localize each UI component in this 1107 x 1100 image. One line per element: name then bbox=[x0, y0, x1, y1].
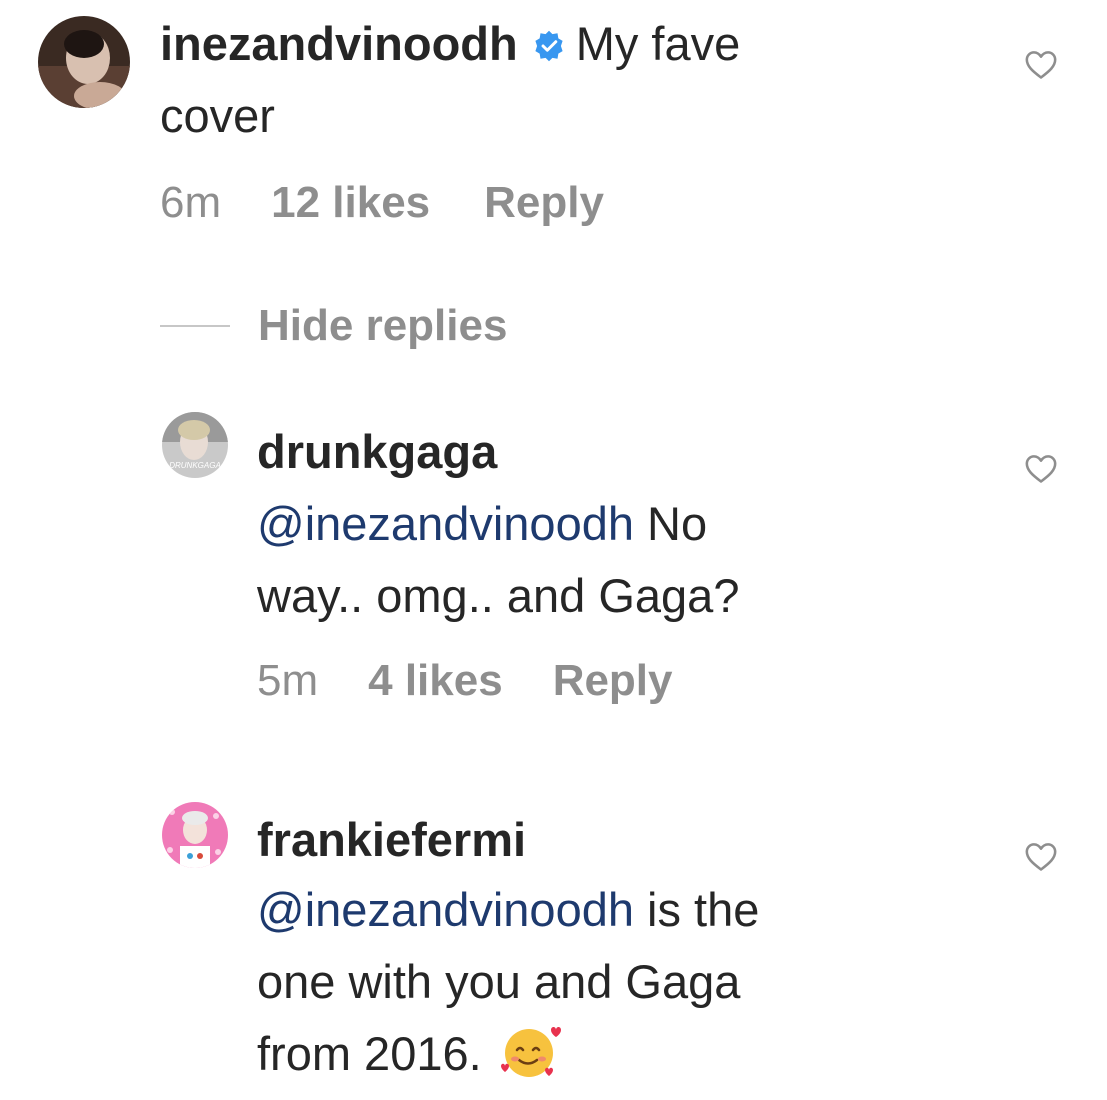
comment-time: 6m bbox=[160, 178, 222, 227]
like-heart-icon[interactable] bbox=[1024, 840, 1058, 872]
avatar-watermark-text: DRUNKGAGA bbox=[169, 461, 221, 470]
mention-link[interactable]: @inezandvinoodh bbox=[257, 883, 634, 936]
mention-link[interactable]: @inezandvinoodh bbox=[257, 497, 634, 550]
reply-body-1: drunkgaga bbox=[257, 416, 497, 488]
reply-meta-1: 5m 4 likes Reply bbox=[257, 656, 673, 706]
comment-time: 5m bbox=[257, 656, 319, 705]
like-heart-icon[interactable] bbox=[1024, 452, 1058, 484]
reply-button[interactable]: Reply bbox=[484, 178, 604, 228]
reply-button[interactable]: Reply bbox=[553, 656, 673, 706]
username-frankiefermi[interactable]: frankiefermi bbox=[257, 813, 526, 866]
comment-text-1: My fave bbox=[575, 17, 741, 70]
reply-text-2-cont2: from 2016. bbox=[257, 1018, 561, 1090]
reply-text-1-cont: way.. omg.. and Gaga? bbox=[257, 569, 740, 622]
smiling-face-with-hearts-icon bbox=[499, 1022, 561, 1080]
hide-replies-label: Hide replies bbox=[258, 301, 508, 350]
likes-count-link[interactable]: 12 likes bbox=[271, 178, 430, 228]
username-inezandvinoodh[interactable]: inezandvinoodh bbox=[160, 17, 518, 70]
likes-count-link[interactable]: 4 likes bbox=[368, 656, 503, 706]
avatar-frankiefermi[interactable] bbox=[162, 802, 228, 868]
reply-text-2-cont: one with you and Gaga bbox=[257, 955, 741, 1008]
username-drunkgaga[interactable]: drunkgaga bbox=[257, 425, 497, 478]
divider-line bbox=[160, 325, 230, 327]
avatar-drunkgaga[interactable]: DRUNKGAGA bbox=[162, 412, 228, 478]
reply-text-2: @inezandvinoodh is the bbox=[257, 883, 760, 936]
avatar-inezandvinoodh[interactable] bbox=[38, 16, 130, 108]
comment-body-1: inezandvinoodh My fave bbox=[160, 8, 980, 80]
comment-meta-1: 6m 12 likes Reply bbox=[160, 178, 604, 228]
reply-body-2: frankiefermi bbox=[257, 804, 526, 876]
comment-text-1-cont: cover bbox=[160, 89, 275, 142]
like-heart-icon[interactable] bbox=[1024, 48, 1058, 80]
reply-text-1: @inezandvinoodh No bbox=[257, 497, 708, 550]
hide-replies-button[interactable]: Hide replies bbox=[160, 296, 507, 356]
verified-badge-icon bbox=[532, 11, 566, 62]
